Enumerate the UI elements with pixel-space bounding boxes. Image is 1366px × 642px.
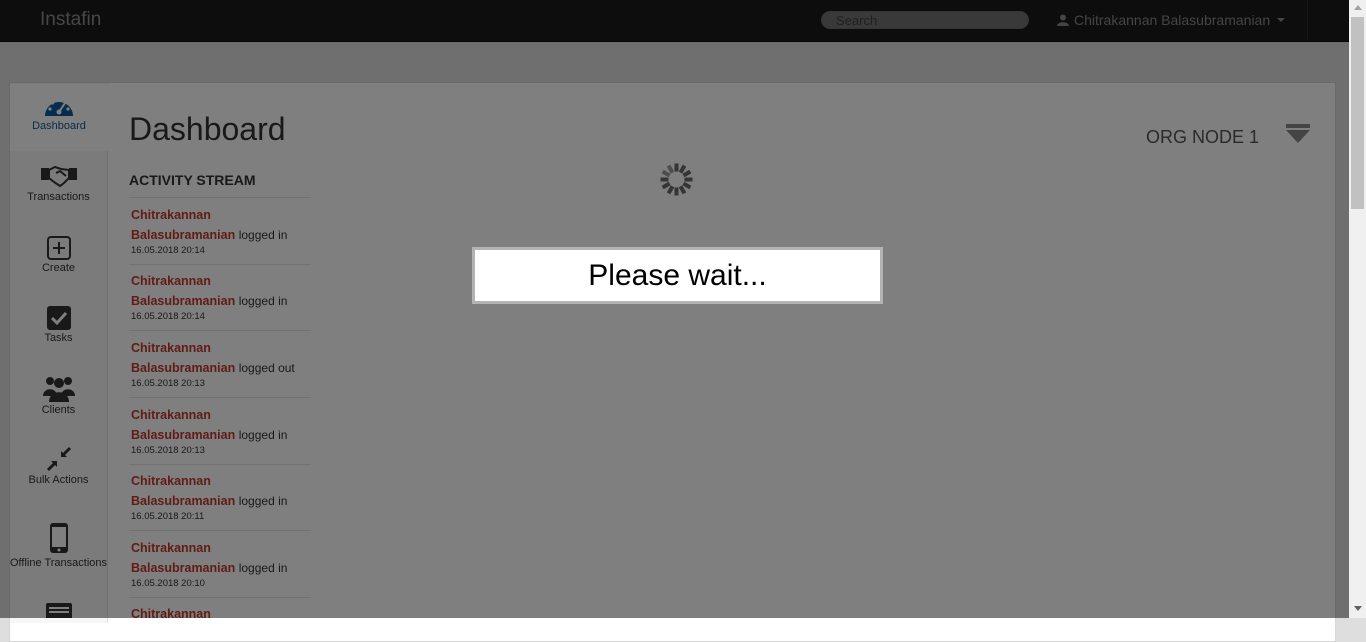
please-wait-dialog: Please wait...	[472, 247, 883, 304]
scrollbar-thumb[interactable]	[1351, 17, 1364, 209]
scroll-down-arrow-icon[interactable]	[1354, 606, 1362, 611]
modal-overlay	[0, 0, 1349, 618]
scroll-up-arrow-icon[interactable]	[1354, 5, 1362, 10]
